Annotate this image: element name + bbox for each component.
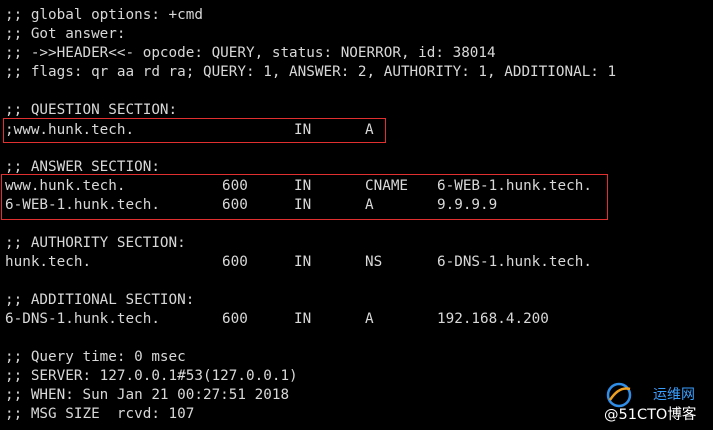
question-type: A — [365, 122, 374, 138]
record-data: 6-DNS-1.hunk.tech. — [437, 254, 592, 270]
record-ttl: 600 — [222, 254, 248, 270]
record-name: www.hunk.tech. — [5, 178, 126, 194]
watermark-site-text: 运维网 — [653, 387, 695, 403]
record-type: A — [365, 197, 374, 213]
question-name: ;www.hunk.tech. — [5, 122, 135, 138]
record-ttl: 600 — [222, 311, 248, 327]
authority-section-heading: ;; AUTHORITY SECTION: — [5, 235, 186, 251]
output-line-global-options: ;; global options: +cmd — [5, 7, 203, 23]
record-class: IN — [294, 178, 312, 194]
record-data: 9.9.9.9 — [437, 197, 498, 213]
record-type: NS — [365, 254, 383, 270]
record-data: 6-WEB-1.hunk.tech. — [437, 178, 592, 194]
record-type: A — [365, 311, 374, 327]
record-ttl: 600 — [222, 178, 248, 194]
record-type: CNAME — [365, 178, 409, 194]
record-name: 6-WEB-1.hunk.tech. — [5, 197, 160, 213]
record-class: IN — [294, 311, 312, 327]
record-name: 6-DNS-1.hunk.tech. — [5, 311, 160, 327]
terminal-window: ;; global options: +cmd ;; Got answer: ;… — [0, 0, 713, 430]
record-class: IN — [294, 254, 312, 270]
output-line-server: ;; SERVER: 127.0.0.1#53(127.0.0.1) — [5, 368, 298, 384]
output-line-got-answer: ;; Got answer: — [5, 26, 126, 42]
output-line-flags: ;; flags: qr aa rd ra; QUERY: 1, ANSWER:… — [5, 64, 617, 80]
record-data: 192.168.4.200 — [437, 311, 549, 327]
watermark-blog-text: @51CTO博客 — [604, 407, 697, 423]
record-ttl: 600 — [222, 197, 248, 213]
output-line-header: ;; ->>HEADER<<- opcode: QUERY, status: N… — [5, 45, 496, 61]
question-class: IN — [294, 122, 312, 138]
output-line-msg-size: ;; MSG SIZE rcvd: 107 — [5, 406, 195, 422]
record-name: hunk.tech. — [5, 254, 92, 270]
record-class: IN — [294, 197, 312, 213]
output-line-when: ;; WHEN: Sun Jan 21 00:27:51 2018 — [5, 387, 290, 403]
additional-section-heading: ;; ADDITIONAL SECTION: — [5, 292, 195, 308]
output-line-query-time: ;; Query time: 0 msec — [5, 349, 186, 365]
